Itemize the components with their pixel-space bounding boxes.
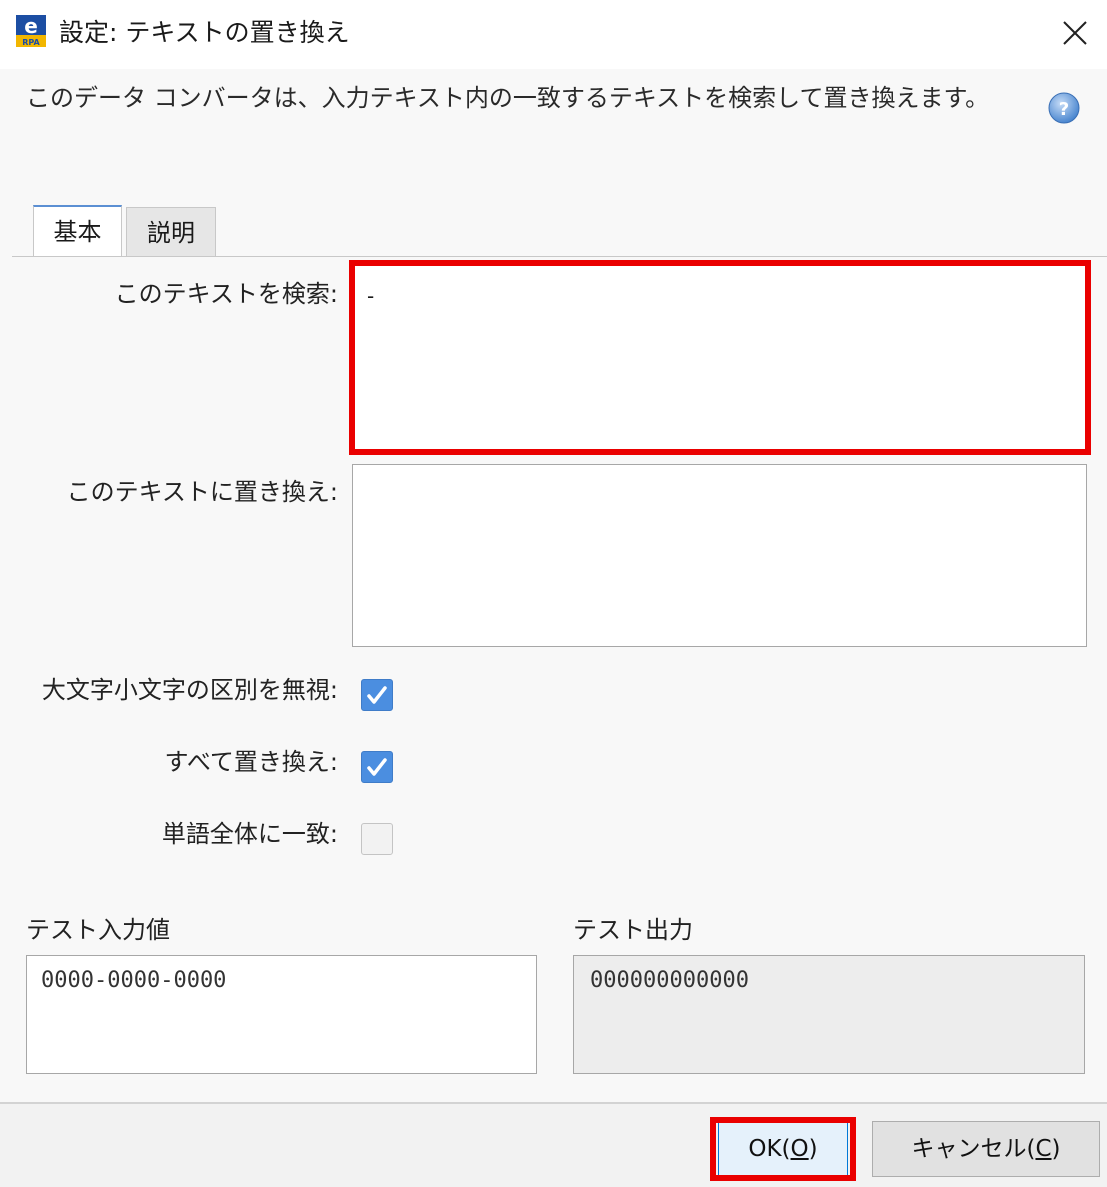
window-title: 設定: テキストの置き換え xyxy=(59,18,350,47)
replace-text-label: このテキストに置き換え: xyxy=(66,478,338,506)
test-input-value: 0000-0000-0000 xyxy=(41,968,227,993)
checkmark-icon xyxy=(367,758,387,776)
tab-basic[interactable]: 基本 xyxy=(33,205,122,257)
ignore-case-checkbox[interactable] xyxy=(361,679,393,711)
ok-button-highlight xyxy=(710,1117,856,1181)
replace-all-checkbox[interactable] xyxy=(361,751,393,783)
close-icon xyxy=(1063,21,1087,45)
search-field-highlight xyxy=(349,260,1091,455)
svg-text:RPA: RPA xyxy=(22,38,40,47)
test-input-label: テスト入力値 xyxy=(26,916,170,944)
cancel-accelerator-key: C xyxy=(1035,1136,1052,1162)
whole-word-checkbox[interactable] xyxy=(361,823,393,855)
ignore-case-label: 大文字小文字の区別を無視: xyxy=(41,676,338,704)
test-output-field: 000000000000 xyxy=(573,955,1085,1074)
cancel-button[interactable]: キャンセル(C) xyxy=(872,1121,1100,1177)
tab-divider xyxy=(12,256,1107,257)
help-icon: ? xyxy=(1048,92,1080,124)
cancel-label-suffix: ) xyxy=(1051,1136,1061,1162)
svg-text:e: e xyxy=(24,15,38,38)
close-button[interactable] xyxy=(1052,12,1096,56)
test-output-value: 000000000000 xyxy=(590,968,749,993)
replace-all-label: すべて置き換え: xyxy=(164,748,338,776)
replace-text-input[interactable] xyxy=(352,464,1087,647)
checkmark-icon xyxy=(367,686,387,704)
app-icon: e RPA xyxy=(16,14,46,47)
tab-description[interactable]: 説明 xyxy=(126,207,216,256)
whole-word-label: 単語全体に一致: xyxy=(161,820,338,848)
test-output-label: テスト出力 xyxy=(573,916,693,944)
test-input-field[interactable]: 0000-0000-0000 xyxy=(26,955,537,1074)
svg-text:?: ? xyxy=(1059,99,1069,120)
description-text: このデータ コンバータは、入力テキスト内の一致するテキストを検索して置き換えます… xyxy=(26,84,990,112)
search-text-label: このテキストを検索: xyxy=(114,280,338,308)
help-button[interactable]: ? xyxy=(1048,92,1080,124)
cancel-label-prefix: キャンセル( xyxy=(911,1136,1036,1162)
